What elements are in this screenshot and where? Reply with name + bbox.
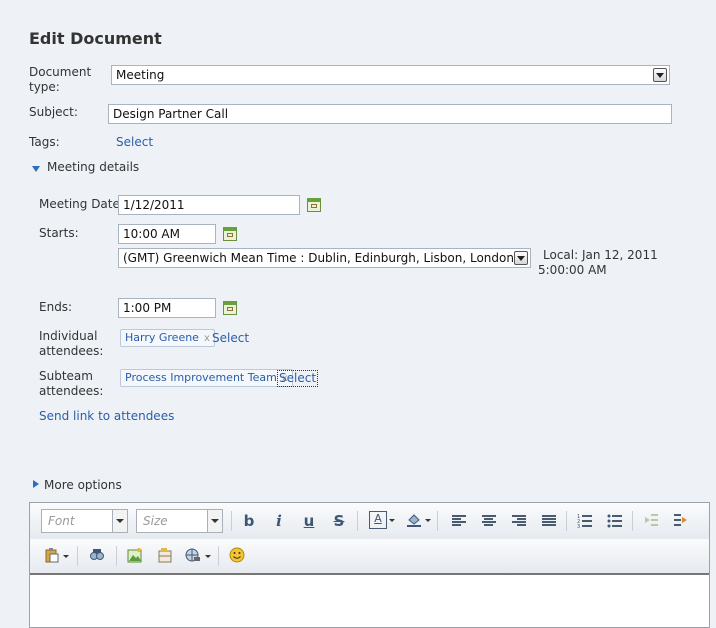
align-center-icon[interactable] [482,515,496,527]
remove-icon[interactable]: x [204,333,210,344]
timezone-value: (GMT) Greenwich Mean Time : Dublin, Edin… [123,251,514,265]
toolbar-separator [77,546,78,566]
attendee-chip: Harry Greene x [120,329,215,347]
bold-button[interactable]: b [240,512,258,530]
editor-toolbar-row-2 [30,539,709,575]
subteam-chip-label: Process Improvement Team [125,371,277,384]
font-placeholder: Font [48,514,75,528]
chevron-down-icon[interactable] [514,251,528,265]
toolbar-separator [566,511,567,531]
calendar-icon[interactable] [307,198,321,212]
editor-toolbar-row-1: Font Size b i u S A 123 [30,503,709,540]
align-right-icon[interactable] [512,515,526,527]
numbered-list-icon[interactable]: 123 [576,512,594,534]
rich-text-editor: Font Size b i u S A 123 [29,502,710,628]
starts-label: Starts: [39,226,79,240]
subteam-select-link[interactable]: Select [277,370,319,387]
toolbar-separator [116,546,117,566]
toolbar-separator [231,511,232,531]
outdent-icon[interactable] [642,512,660,532]
chevron-down-icon[interactable] [653,68,667,82]
bullet-list-icon[interactable] [606,512,624,532]
chevron-down-icon[interactable] [112,510,127,532]
italic-button[interactable]: i [270,512,288,530]
smiley-icon[interactable] [228,547,246,567]
document-type-select[interactable]: Meeting [111,65,670,85]
document-type-label: Document type: [29,65,92,94]
insert-image-icon[interactable] [126,547,144,567]
highlight-dropdown-icon[interactable] [425,519,431,522]
strikethrough-button[interactable]: S [330,512,348,530]
paste-icon[interactable] [43,547,61,567]
document-type-value: Meeting [116,68,165,82]
subject-input[interactable]: Design Partner Call [108,104,672,124]
editor-body[interactable] [30,575,709,627]
underline-button[interactable]: u [300,512,318,530]
paint-bucket-icon [407,514,421,527]
insert-link-icon[interactable] [184,547,202,567]
svg-text:3: 3 [577,524,580,528]
text-color-dropdown-icon[interactable] [389,519,395,522]
font-select[interactable]: Font [41,509,128,533]
local-time-clock: 5:00:00 AM [538,263,607,277]
local-time-date: Local: Jan 12, 2011 [543,248,658,262]
toolbar-separator [218,546,219,566]
indent-icon[interactable] [672,512,690,532]
align-justify-icon[interactable] [542,515,556,527]
link-dropdown-icon[interactable] [205,555,211,558]
toolbar-separator [437,511,438,531]
send-link-to-attendees[interactable]: Send link to attendees [39,409,174,424]
subject-label: Subject: [29,105,78,119]
paste-dropdown-icon[interactable] [63,555,69,558]
toolbar-separator [632,511,633,531]
individual-attendees-label: Individual attendees: [39,329,104,358]
ends-label: Ends: [39,300,73,314]
collapse-triangle-icon[interactable] [32,166,40,172]
subteam-attendees-label: Subteam attendees: [39,369,104,398]
tags-label: Tags: [29,135,60,149]
calendar-icon[interactable] [223,301,237,315]
tags-select-link[interactable]: Select [116,135,153,150]
timezone-select[interactable]: (GMT) Greenwich Mean Time : Dublin, Edin… [118,248,531,268]
insert-table-icon[interactable] [156,547,174,567]
align-left-icon[interactable] [452,515,466,527]
size-placeholder: Size [143,514,168,528]
individual-select-link[interactable]: Select [212,331,249,346]
page-title: Edit Document [29,29,162,48]
meeting-date-input[interactable]: 1/12/2011 [118,195,300,215]
size-select[interactable]: Size [136,509,223,533]
attendee-chip-label: Harry Greene [125,331,199,344]
calendar-icon[interactable] [223,227,237,241]
highlight-color-button[interactable] [405,512,423,533]
text-color-button[interactable]: A [369,511,387,529]
subteam-chip: Process Improvement Team x [120,369,293,387]
ends-time-input[interactable]: 1:00 PM [118,298,216,318]
meeting-date-label: Meeting Date: [39,197,124,211]
expand-triangle-icon[interactable] [33,480,39,488]
toolbar-separator [357,511,358,531]
find-icon[interactable] [88,547,106,567]
more-options-toggle[interactable]: More options [44,478,122,493]
starts-time-input[interactable]: 10:00 AM [118,224,216,244]
meeting-details-toggle[interactable]: Meeting details [47,160,139,175]
chevron-down-icon[interactable] [207,510,222,532]
